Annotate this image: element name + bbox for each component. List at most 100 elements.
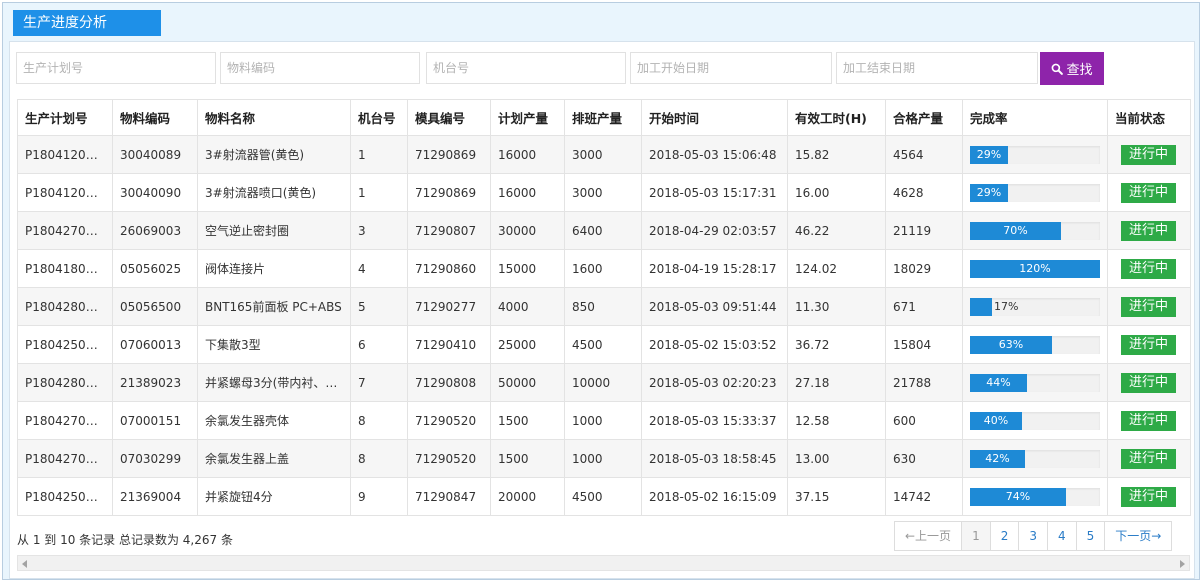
cell-start-time: 2018-05-03 15:33:37 bbox=[641, 401, 788, 440]
cell-mold-no: 71290808 bbox=[407, 363, 491, 402]
cell-mold-no: 71290520 bbox=[407, 439, 491, 478]
end-date-input[interactable] bbox=[836, 52, 1038, 84]
cell-completion: 17% bbox=[962, 287, 1108, 326]
search-icon bbox=[1052, 63, 1064, 75]
progress-label: 44% bbox=[986, 375, 1011, 389]
cell-material-name: 并紧螺母3分(带内衬、… bbox=[197, 363, 351, 402]
cell-work-hours: 36.72 bbox=[787, 325, 886, 364]
completion-progress-bar: 74% bbox=[970, 487, 1100, 506]
cell-start-time: 2018-05-03 09:51:44 bbox=[641, 287, 788, 326]
scroll-right-icon[interactable] bbox=[1180, 560, 1185, 568]
page-1-button[interactable]: 1 bbox=[961, 522, 990, 550]
page-3-button[interactable]: 3 bbox=[1018, 522, 1047, 550]
app-frame: 生产进度分析 查找 生产计划号物料编码物料名称机台号模具编号计划产量排班产量开始… bbox=[2, 2, 1200, 580]
cell-start-time: 2018-05-03 18:58:45 bbox=[641, 439, 788, 478]
cell-scheduled-qty: 6400 bbox=[564, 211, 642, 250]
prev-page-button[interactable]: ←上一页 bbox=[895, 522, 961, 550]
table-body: P1804120002 30040089 3#射流器管(黄色) 1 71290869 16… bbox=[17, 135, 1191, 516]
cell-scheduled-qty: 3000 bbox=[564, 135, 642, 174]
column-header: 排班产量 bbox=[564, 99, 642, 136]
cell-plan-no: P1804280002 bbox=[17, 287, 113, 326]
cell-planned-qty: 1500 bbox=[490, 401, 565, 440]
progress-label: 70% bbox=[1003, 223, 1028, 237]
cell-qualified-qty: 671 bbox=[885, 287, 963, 326]
column-header: 物料编码 bbox=[112, 99, 198, 136]
column-header: 开始时间 bbox=[641, 99, 788, 136]
cell-status: 进行中 bbox=[1107, 135, 1191, 174]
table-row[interactable]: P1804280003 21389023 并紧螺母3分(带内衬、… 7 71290808… bbox=[17, 363, 1191, 402]
cell-scheduled-qty: 1000 bbox=[564, 401, 642, 440]
table-row[interactable]: P1804270002 07030299 余氯发生器上盖 8 71290520 1500 1… bbox=[17, 439, 1191, 478]
table-row[interactable]: P1804280002 05056500 BNT165前面板 PC+ABS 5 7129… bbox=[17, 287, 1191, 326]
machine-no-input[interactable] bbox=[426, 52, 626, 84]
cell-status: 进行中 bbox=[1107, 325, 1191, 364]
start-date-input[interactable] bbox=[630, 52, 832, 84]
table-row[interactable]: P1804250007 07060013 下集散3型 6 71290410 25000 45… bbox=[17, 325, 1191, 364]
search-button[interactable]: 查找 bbox=[1040, 52, 1104, 85]
cell-mold-no: 71290277 bbox=[407, 287, 491, 326]
cell-status: 进行中 bbox=[1107, 211, 1191, 250]
progress-label: 74% bbox=[1005, 489, 1031, 503]
cell-qualified-qty: 4564 bbox=[885, 135, 963, 174]
page-4-button[interactable]: 4 bbox=[1046, 522, 1076, 550]
table-row[interactable]: P1804250009 21369004 并紧旋钮4分 9 71290847 20000 4… bbox=[17, 477, 1191, 516]
cell-machine-no: 1 bbox=[350, 135, 408, 174]
cell-work-hours: 46.22 bbox=[787, 211, 886, 250]
cell-qualified-qty: 4628 bbox=[885, 173, 963, 212]
cell-material-code: 07000151 bbox=[112, 401, 198, 440]
status-badge: 进行中 bbox=[1121, 182, 1177, 203]
table-row[interactable]: P1804270003 07000151 余氯发生器壳体 8 71290520 1500 1… bbox=[17, 401, 1191, 440]
cell-work-hours: 12.58 bbox=[787, 401, 886, 440]
column-header: 合格产量 bbox=[885, 99, 963, 136]
cell-scheduled-qty: 850 bbox=[564, 287, 642, 326]
material-code-input[interactable] bbox=[220, 52, 420, 84]
cell-completion: 42% bbox=[962, 439, 1108, 478]
cell-start-time: 2018-04-19 15:28:17 bbox=[641, 249, 788, 288]
status-badge: 进行中 bbox=[1121, 372, 1177, 393]
cell-material-code: 21389023 bbox=[112, 363, 198, 402]
cell-plan-no: P1804120003 bbox=[17, 173, 113, 212]
table-header-row: 生产计划号 物料编码 物料名称 机台号 模具编号 计划产量 排班产量 开始时间 有效工时(H) 合… bbox=[17, 99, 1191, 136]
cell-machine-no: 8 bbox=[350, 401, 408, 440]
cell-material-name: 并紧旋钮4分 bbox=[197, 477, 351, 516]
table-row[interactable]: P1804270001 26069003 空气逆止密封圈 3 71290807 30000… bbox=[17, 211, 1191, 250]
cell-material-name: 空气逆止密封圈 bbox=[197, 211, 351, 250]
cell-start-time: 2018-05-02 16:15:09 bbox=[641, 477, 788, 516]
cell-mold-no: 71290860 bbox=[407, 249, 491, 288]
status-badge: 进行中 bbox=[1121, 334, 1177, 355]
horizontal-scrollbar[interactable] bbox=[17, 555, 1190, 571]
cell-planned-qty: 25000 bbox=[490, 325, 565, 364]
next-page-button[interactable]: 下一页→ bbox=[1104, 522, 1171, 550]
scroll-left-icon[interactable] bbox=[22, 560, 27, 568]
cell-work-hours: 15.82 bbox=[787, 135, 886, 174]
plan-no-input[interactable] bbox=[16, 52, 216, 84]
cell-planned-qty: 15000 bbox=[490, 249, 565, 288]
cell-work-hours: 11.30 bbox=[787, 287, 886, 326]
pagination: ←上一页 1 2 3 4 5 下一页→ bbox=[894, 521, 1173, 551]
cell-start-time: 2018-05-02 15:03:52 bbox=[641, 325, 788, 364]
cell-material-code: 21369004 bbox=[112, 477, 198, 516]
page-5-button[interactable]: 5 bbox=[1075, 522, 1105, 550]
cell-qualified-qty: 630 bbox=[885, 439, 963, 478]
table-row[interactable]: P1804180001 05056025 阀体连接片 4 71290860 15000 16… bbox=[17, 249, 1191, 288]
cell-completion: 40% bbox=[962, 401, 1108, 440]
table-row[interactable]: P1804120003 30040090 3#射流器喷口(黄色) 1 71290869 1… bbox=[17, 173, 1191, 212]
page-2-button[interactable]: 2 bbox=[989, 522, 1019, 550]
cell-material-name: 下集散3型 bbox=[197, 325, 351, 364]
cell-scheduled-qty: 1000 bbox=[564, 439, 642, 478]
cell-machine-no: 5 bbox=[350, 287, 408, 326]
column-header: 当前状态 bbox=[1107, 99, 1191, 136]
cell-machine-no: 1 bbox=[350, 173, 408, 212]
completion-progress-bar: 70% bbox=[970, 221, 1100, 240]
cell-material-name: 阀体连接片 bbox=[197, 249, 351, 288]
table-row[interactable]: P1804120002 30040089 3#射流器管(黄色) 1 71290869 16… bbox=[17, 135, 1191, 174]
cell-work-hours: 27.18 bbox=[787, 363, 886, 402]
cell-material-code: 30040089 bbox=[112, 135, 198, 174]
cell-material-code: 05056025 bbox=[112, 249, 198, 288]
cell-completion: 120% bbox=[962, 249, 1108, 288]
cell-plan-no: P1804250009 bbox=[17, 477, 113, 516]
cell-material-name: 余氯发生器壳体 bbox=[197, 401, 351, 440]
cell-status: 进行中 bbox=[1107, 477, 1191, 516]
cell-completion: 29% bbox=[962, 135, 1108, 174]
completion-progress-bar: 29% bbox=[970, 183, 1100, 202]
